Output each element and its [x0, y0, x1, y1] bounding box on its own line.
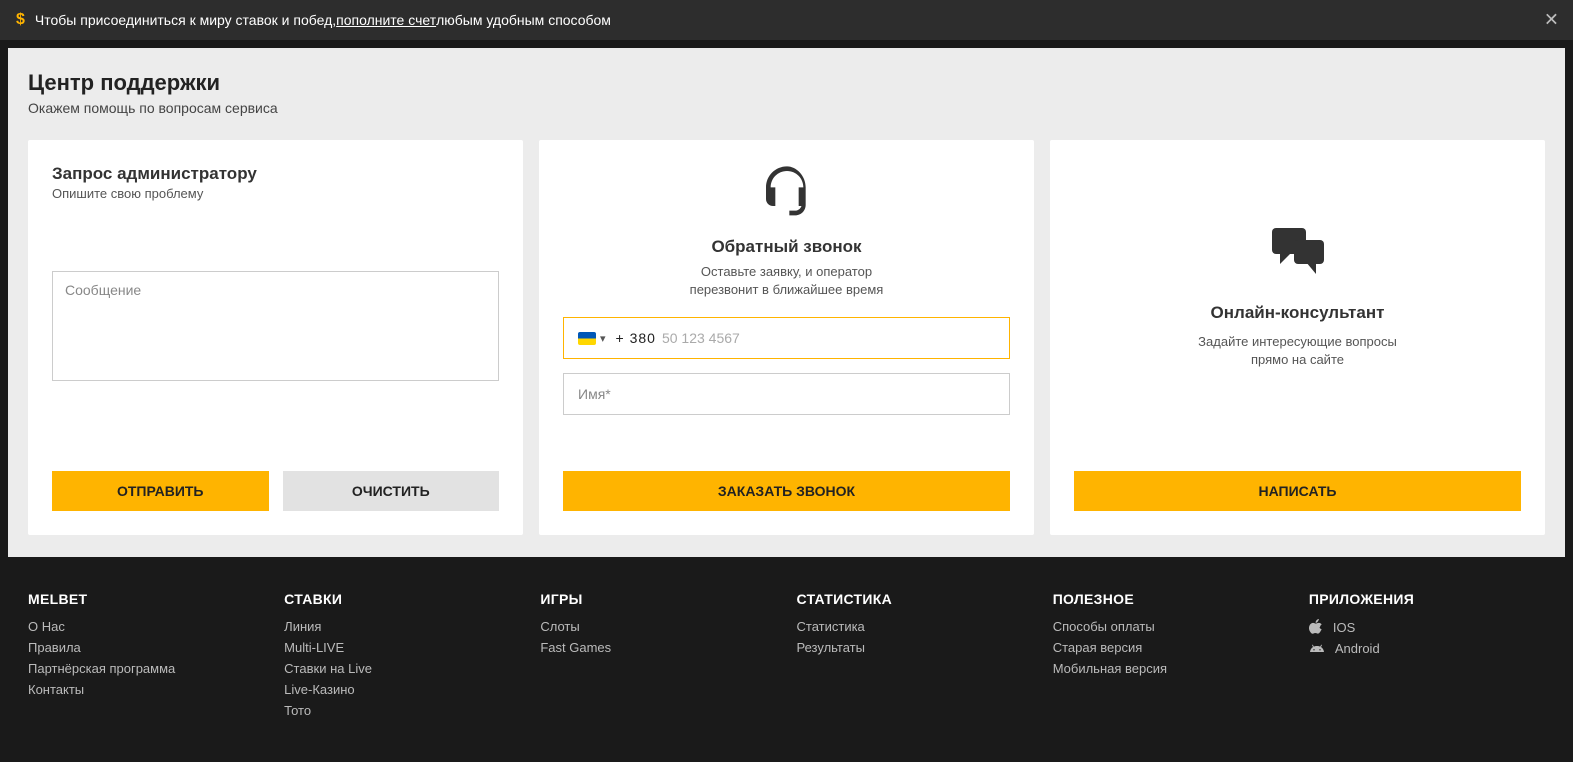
card-admin-request: Запрос администратору Опишите свою пробл… [28, 140, 523, 535]
phone-field[interactable]: ▾ + 380 [563, 317, 1010, 359]
footer-title: СТАТИСТИКА [797, 591, 1033, 607]
support-center: Центр поддержки Окажем помощь по вопроса… [8, 48, 1565, 557]
flag-ua-icon [578, 332, 596, 345]
page-title: Центр поддержки [28, 70, 1545, 96]
footer: MELBET О Нас Правила Партнёрская програм… [8, 565, 1565, 754]
phone-input[interactable] [662, 330, 995, 346]
footer-col-apps: ПРИЛОЖЕНИЯ IOS Android [1309, 591, 1545, 724]
footer-link[interactable]: Линия [284, 619, 520, 634]
footer-link[interactable]: Способы оплаты [1053, 619, 1289, 634]
footer-link[interactable]: Правила [28, 640, 264, 655]
chat-icon [1266, 224, 1330, 285]
footer-title: ПРИЛОЖЕНИЯ [1309, 591, 1545, 607]
footer-link[interactable]: Партнёрская программа [28, 661, 264, 676]
order-call-button[interactable]: ЗАКАЗАТЬ ЗВОНОК [563, 471, 1010, 511]
footer-link[interactable]: Старая версия [1053, 640, 1289, 655]
write-button[interactable]: НАПИСАТЬ [1074, 471, 1521, 511]
footer-col-igry: ИГРЫ Слоты Fast Games [540, 591, 776, 724]
android-icon [1309, 644, 1325, 654]
page-subtitle: Окажем помощь по вопросам сервиса [28, 100, 1545, 116]
footer-title: ПОЛЕЗНОЕ [1053, 591, 1289, 607]
footer-link[interactable]: Fast Games [540, 640, 776, 655]
footer-link[interactable]: Ставки на Live [284, 661, 520, 676]
footer-link[interactable]: Multi-LIVE [284, 640, 520, 655]
app-link-android[interactable]: Android [1309, 641, 1545, 656]
phone-prefix: + 380 [616, 330, 656, 346]
apple-icon [1309, 619, 1323, 635]
app-link-ios[interactable]: IOS [1309, 619, 1545, 635]
footer-link[interactable]: Результаты [797, 640, 1033, 655]
clear-button[interactable]: ОЧИСТИТЬ [283, 471, 500, 511]
banner-text-after: любым удобным способом [436, 12, 611, 28]
cards-row: Запрос администратору Опишите свою пробл… [28, 140, 1545, 535]
callback-sub: Оставьте заявку, и оператор перезвонит в… [690, 263, 884, 299]
name-input[interactable] [563, 373, 1010, 415]
footer-col-poleznoe: ПОЛЕЗНОЕ Способы оплаты Старая версия Мо… [1053, 591, 1289, 724]
footer-title: ИГРЫ [540, 591, 776, 607]
chevron-down-icon[interactable]: ▾ [600, 332, 606, 345]
deposit-banner: $ Чтобы присоединиться к миру ставок и п… [0, 0, 1573, 40]
deposit-link[interactable]: пополните счет [336, 12, 436, 28]
footer-title: MELBET [28, 591, 264, 607]
headset-icon [759, 164, 815, 225]
admin-title: Запрос администратору [52, 164, 499, 184]
dollar-icon: $ [16, 11, 25, 29]
footer-link[interactable]: Контакты [28, 682, 264, 697]
callback-title: Обратный звонок [711, 237, 861, 257]
message-input[interactable] [52, 271, 499, 381]
footer-link[interactable]: Слоты [540, 619, 776, 634]
admin-subtitle: Опишите свою проблему [52, 186, 499, 201]
footer-title: СТАВКИ [284, 591, 520, 607]
footer-link[interactable]: О Нас [28, 619, 264, 634]
send-button[interactable]: ОТПРАВИТЬ [52, 471, 269, 511]
online-title: Онлайн-консультант [1211, 303, 1385, 323]
footer-link[interactable]: Live-Казино [284, 682, 520, 697]
footer-col-statistika: СТАТИСТИКА Статистика Результаты [797, 591, 1033, 724]
close-icon[interactable]: ✕ [1544, 10, 1559, 31]
card-callback: Обратный звонок Оставьте заявку, и опера… [539, 140, 1034, 535]
banner-text-before: Чтобы присоединиться к миру ставок и поб… [35, 12, 336, 28]
footer-link[interactable]: Статистика [797, 619, 1033, 634]
footer-link[interactable]: Мобильная версия [1053, 661, 1289, 676]
footer-col-melbet: MELBET О Нас Правила Партнёрская програм… [28, 591, 264, 724]
card-online-consultant: Онлайн-консультант Задайте интересующие … [1050, 140, 1545, 535]
online-sub: Задайте интересующие вопросы прямо на са… [1198, 333, 1397, 369]
footer-col-stavki: СТАВКИ Линия Multi-LIVE Ставки на Live L… [284, 591, 520, 724]
